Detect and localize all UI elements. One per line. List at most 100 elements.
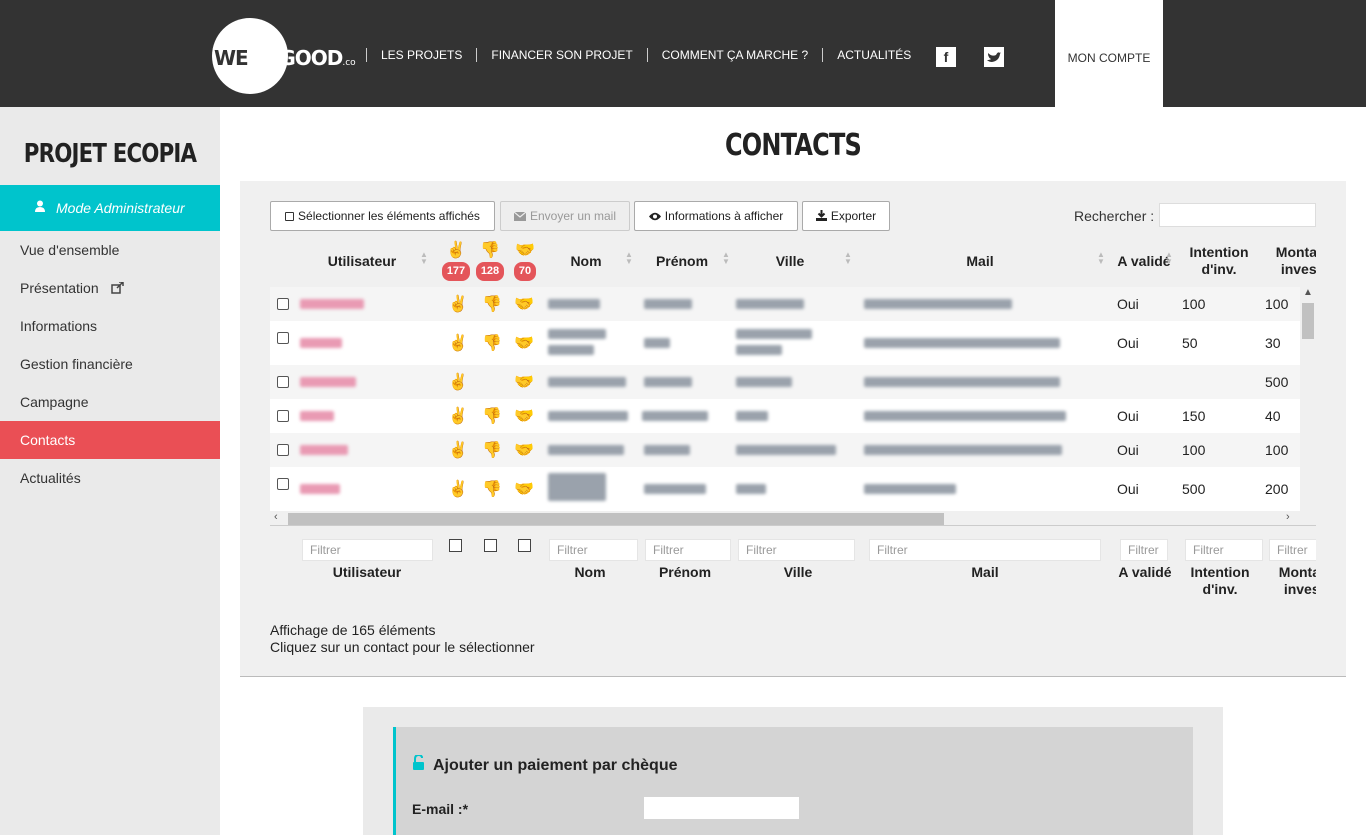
column-header-invest[interactable]: 🤝 70 bbox=[510, 235, 540, 287]
logo-good: GOOD bbox=[279, 46, 343, 70]
redacted-user bbox=[300, 299, 364, 309]
row-checkbox[interactable] bbox=[277, 298, 289, 310]
redacted-prenom bbox=[644, 299, 692, 309]
hand-peace-icon: ✌ bbox=[448, 481, 468, 498]
top-header: WEDOGOOD.co LES PROJETS FINANCER SON PRO… bbox=[0, 0, 1366, 107]
column-header-montant[interactable]: Montant investi bbox=[1263, 235, 1316, 287]
redacted-user bbox=[300, 484, 340, 494]
sidebar-item-label: Vue d'ensemble bbox=[20, 242, 120, 258]
envelope-icon bbox=[513, 203, 527, 231]
email-field[interactable] bbox=[644, 797, 799, 819]
main-nav: LES PROJETS FINANCER SON PROJET COMMENT … bbox=[366, 48, 925, 62]
column-header-valide[interactable]: A validé bbox=[1116, 235, 1172, 287]
row-checkbox[interactable] bbox=[277, 478, 289, 490]
filter-mail-input[interactable]: Filtrer bbox=[869, 539, 1101, 561]
sidebar-item-actualites[interactable]: Actualités bbox=[0, 459, 220, 497]
cell-intention: 100 bbox=[1182, 442, 1206, 458]
table-row[interactable]: ✌ 👎 🤝 Oui 100 100 bbox=[270, 433, 1300, 467]
logo-suffix: .co bbox=[342, 58, 356, 68]
cell-montant: 200 bbox=[1265, 481, 1289, 497]
sidebar-item-label: Informations bbox=[20, 318, 98, 334]
column-header-utilisateur[interactable]: Utilisateur bbox=[320, 235, 404, 287]
mon-compte-button[interactable]: MON COMPTE bbox=[1055, 0, 1163, 107]
sidebar-item-label: Contacts bbox=[20, 432, 76, 448]
horizontal-scroll-thumb[interactable] bbox=[288, 513, 944, 525]
invest-count-badge: 70 bbox=[513, 261, 537, 281]
table-header: Utilisateur ▲ ▼ ✌ 177 👎 128 🤝 70 Nom ▲ ▼ Prén… bbox=[270, 235, 1316, 287]
hand-peace-icon: ✌ bbox=[446, 241, 466, 259]
column-header-prenom[interactable]: Prénom bbox=[642, 235, 722, 287]
redacted-prenom bbox=[644, 484, 706, 494]
scroll-up-arrow-icon[interactable]: ▲ bbox=[1303, 287, 1313, 298]
filter-utilisateur-input[interactable]: Filtrer bbox=[302, 539, 433, 561]
column-header-mail[interactable]: Mail bbox=[870, 235, 1090, 287]
wedogood-logo[interactable]: WEDOGOOD.co bbox=[212, 12, 362, 96]
filter-prenom-input[interactable]: Filtrer bbox=[645, 539, 731, 561]
table-row[interactable]: ✌ 👎 🤝 Oui 100 100 bbox=[270, 287, 1300, 321]
sidebar-item-vue-ensemble[interactable]: Vue d'ensemble bbox=[0, 231, 220, 269]
redacted-mail bbox=[864, 338, 1060, 348]
admin-mode-banner[interactable]: Mode Administrateur bbox=[0, 185, 220, 231]
redacted-mail bbox=[864, 445, 1062, 455]
twitter-icon[interactable] bbox=[984, 47, 1004, 67]
export-button[interactable]: Exporter bbox=[802, 201, 890, 231]
logo-we: WE bbox=[214, 46, 249, 70]
nav-comment-ca-marche[interactable]: COMMENT ÇA MARCHE ? bbox=[646, 48, 822, 62]
footer-label-utilisateur: Utilisateur bbox=[332, 564, 402, 580]
follow-count-badge: 128 bbox=[475, 261, 505, 281]
search-label: Rechercher : bbox=[1074, 208, 1155, 224]
nav-actualites[interactable]: ACTUALITÉS bbox=[822, 48, 925, 62]
cell-valide: Oui bbox=[1117, 442, 1139, 458]
scroll-right-arrow-icon[interactable]: › bbox=[1286, 511, 1290, 523]
cheque-form-title: Ajouter un paiement par chèque bbox=[412, 753, 677, 775]
footer-label-valide: A validé bbox=[1118, 564, 1172, 580]
table-row[interactable]: ✌ 👎 🤝 Oui 500 200 bbox=[270, 467, 1300, 511]
cell-montant: 500 bbox=[1265, 374, 1289, 390]
send-mail-button[interactable]: Envoyer un mail bbox=[500, 201, 630, 231]
sidebar-item-informations[interactable]: Informations bbox=[0, 307, 220, 345]
column-header-ville[interactable]: Ville bbox=[740, 235, 840, 287]
select-hint-text: Cliquez sur un contact pour le sélection… bbox=[270, 639, 535, 655]
sidebar-item-presentation[interactable]: Présentation bbox=[0, 269, 220, 307]
filter-montant-input[interactable]: Filtrer bbox=[1269, 539, 1316, 561]
row-checkbox[interactable] bbox=[277, 444, 289, 456]
search-input[interactable] bbox=[1159, 203, 1316, 227]
column-header-nom[interactable]: Nom bbox=[546, 235, 626, 287]
cell-valide: Oui bbox=[1117, 408, 1139, 424]
filter-valide-input[interactable]: Filtrer bbox=[1120, 539, 1168, 561]
row-checkbox[interactable] bbox=[277, 332, 289, 344]
hand-peace-icon: ✌ bbox=[448, 335, 468, 352]
filter-invest-checkbox[interactable] bbox=[518, 539, 531, 552]
redacted-nom bbox=[548, 345, 594, 355]
thumbs-down-icon: 👎 bbox=[482, 442, 502, 459]
filter-nom-input[interactable]: Filtrer bbox=[549, 539, 638, 561]
table-row[interactable]: ✌ 🤝 500 bbox=[270, 365, 1300, 399]
scroll-left-arrow-icon[interactable]: ‹ bbox=[274, 511, 278, 523]
nav-les-projets[interactable]: LES PROJETS bbox=[366, 48, 476, 62]
facebook-icon[interactable]: f bbox=[936, 47, 956, 67]
select-displayed-button[interactable]: Sélectionner les éléments affichés bbox=[270, 201, 495, 231]
redacted-ville bbox=[736, 484, 766, 494]
filter-vote-checkbox[interactable] bbox=[449, 539, 462, 552]
vertical-scroll-thumb[interactable] bbox=[1302, 303, 1314, 339]
vertical-scrollbar[interactable]: ▲ bbox=[1300, 287, 1316, 511]
checkbox-icon bbox=[285, 212, 295, 221]
column-header-intention[interactable]: Intention d'inv. bbox=[1179, 235, 1259, 287]
filter-intention-input[interactable]: Filtrer bbox=[1185, 539, 1263, 561]
filter-ville-input[interactable]: Filtrer bbox=[738, 539, 855, 561]
unlock-icon bbox=[412, 753, 425, 774]
display-info-button[interactable]: Informations à afficher bbox=[634, 201, 798, 231]
sidebar-item-campagne[interactable]: Campagne bbox=[0, 383, 220, 421]
column-header-follow[interactable]: 👎 128 bbox=[475, 235, 505, 287]
column-header-vote[interactable]: ✌ 177 bbox=[440, 235, 472, 287]
table-row[interactable]: ✌ 👎 🤝 Oui 150 40 bbox=[270, 399, 1300, 433]
redacted-user bbox=[300, 411, 334, 421]
table-row[interactable]: ✌ 👎 🤝 Oui 50 30 bbox=[270, 321, 1300, 365]
row-checkbox[interactable] bbox=[277, 410, 289, 422]
sidebar-item-gestion-financiere[interactable]: Gestion financière bbox=[0, 345, 220, 383]
nav-financer-son-projet[interactable]: FINANCER SON PROJET bbox=[476, 48, 646, 62]
redacted-ville bbox=[736, 299, 804, 309]
sidebar-item-contacts[interactable]: Contacts bbox=[0, 421, 220, 459]
filter-follow-checkbox[interactable] bbox=[484, 539, 497, 552]
row-checkbox[interactable] bbox=[277, 376, 289, 388]
